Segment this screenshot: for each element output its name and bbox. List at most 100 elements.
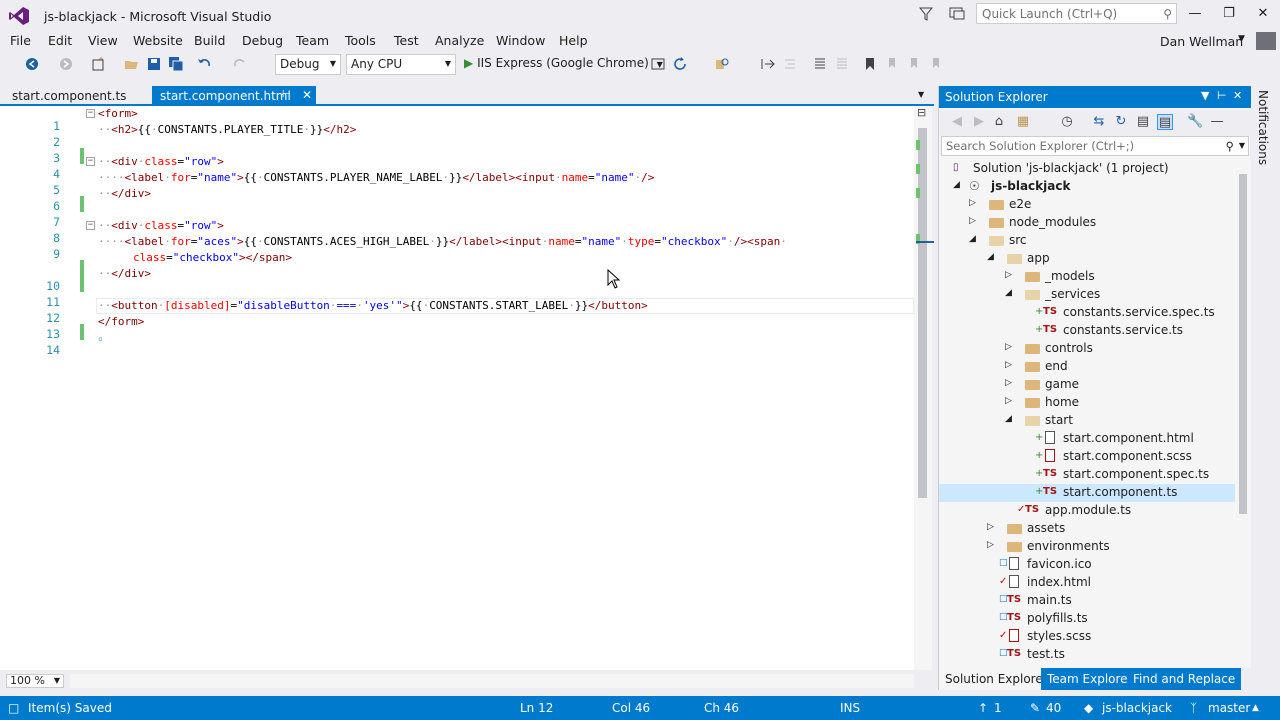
code-line[interactable]: 12 ··<button·[disabled]="disableButton·=… bbox=[0, 298, 648, 340]
tree-node-solution[interactable]: ▯ Solution 'js-blackjack' (1 project) bbox=[939, 160, 1235, 178]
code-line[interactable]: 2 ··<h2>{{·CONSTANTS.PLAYER_TITLE·}}</h2… bbox=[0, 122, 356, 164]
collapse-all-icon[interactable]: ▤ bbox=[1135, 114, 1151, 130]
tree-node-folder[interactable]: ▷ controls bbox=[939, 340, 1235, 358]
pencil-icon[interactable]: ✎ bbox=[1030, 701, 1040, 715]
repository-name[interactable]: js-blackjack bbox=[1102, 701, 1172, 715]
pin-icon[interactable]: ⊢ bbox=[1217, 89, 1227, 102]
tree-node-file-selected[interactable]: + TS start.component.ts bbox=[939, 484, 1235, 502]
collapse-icon[interactable]: − bbox=[86, 109, 95, 118]
tree-node-folder[interactable]: ◢ app bbox=[939, 250, 1235, 268]
chevron-down-icon[interactable]: ▼ bbox=[1201, 89, 1209, 102]
avatar[interactable] bbox=[1256, 32, 1276, 50]
indent-icon[interactable] bbox=[782, 56, 798, 72]
chevron-up-icon[interactable]: ▲ bbox=[1252, 703, 1259, 713]
code-line[interactable]: 11 bbox=[0, 282, 60, 309]
tree-node-folder[interactable]: ▷ _models bbox=[939, 268, 1235, 286]
solution-search-input[interactable]: Search Solution Explorer (Ctrl+;) ⚲ ▼ bbox=[941, 136, 1249, 156]
code-line[interactable]: 3 bbox=[0, 138, 60, 165]
tab-solution-explorer[interactable]: Solution Explorer bbox=[939, 668, 1054, 690]
comment-icon[interactable] bbox=[812, 56, 828, 72]
push-arrow-icon[interactable]: ↑ bbox=[978, 701, 988, 715]
properties-icon[interactable]: 🔧 bbox=[1187, 114, 1203, 130]
chevron-down-icon[interactable]: ▼ bbox=[1239, 141, 1245, 150]
menu-help[interactable]: Help bbox=[559, 33, 588, 48]
code-line[interactable]: 8 − ··<div·class="row"> bbox=[0, 218, 224, 245]
browser-link-icon[interactable] bbox=[650, 56, 666, 72]
tree-node-file[interactable]: □ TS polyfills.ts bbox=[939, 610, 1235, 628]
clear-bookmarks-icon[interactable] bbox=[928, 56, 944, 72]
tab-find-and-replace[interactable]: Find and Replace bbox=[1127, 668, 1242, 690]
tree-node-file[interactable]: + start.component.scss bbox=[939, 448, 1235, 466]
expand-arrow-icon[interactable]: ▷ bbox=[969, 198, 976, 208]
tree-node-file[interactable]: ✓ index.html bbox=[939, 574, 1235, 592]
tree-node-file[interactable]: ✓ TS app.module.ts bbox=[939, 502, 1235, 520]
expand-arrow-icon[interactable]: ▷ bbox=[1005, 396, 1012, 406]
collapse-arrow-icon[interactable]: ◢ bbox=[969, 234, 976, 244]
tree-node-file[interactable]: + start.component.html bbox=[939, 430, 1235, 448]
close-window-button[interactable]: ✕ bbox=[1248, 4, 1278, 24]
pin-icon[interactable]: ⊢ bbox=[282, 89, 291, 100]
tab-start-component-html[interactable]: start.component.html ⊢ ✕ bbox=[152, 86, 316, 106]
restore-button[interactable]: ❐ bbox=[1214, 4, 1244, 24]
collapse-arrow-icon[interactable]: ◢ bbox=[1005, 414, 1012, 424]
notifications-rail[interactable]: Notifications bbox=[1252, 86, 1280, 690]
code-line[interactable]: 13 </form> bbox=[0, 314, 144, 341]
expand-arrow-icon[interactable]: ▷ bbox=[1005, 342, 1012, 352]
branch-name[interactable]: master bbox=[1208, 701, 1250, 715]
home-icon[interactable]: ⌂ bbox=[991, 114, 1007, 130]
preview-icon[interactable]: — bbox=[1209, 114, 1225, 130]
menu-window[interactable]: Window bbox=[496, 33, 545, 48]
tree-node-project[interactable]: ◢ ☉ js-blackjack bbox=[939, 178, 1235, 196]
expand-arrow-icon[interactable]: ▷ bbox=[1005, 270, 1012, 280]
collapse-arrow-icon[interactable]: ◢ bbox=[987, 252, 994, 262]
refresh-icon[interactable] bbox=[672, 56, 688, 72]
pending-changes-count[interactable]: 40 bbox=[1046, 701, 1061, 715]
expand-arrow-icon[interactable]: ▷ bbox=[1005, 378, 1012, 388]
tree-node-folder[interactable]: ◢ _services bbox=[939, 286, 1235, 304]
menu-build[interactable]: Build bbox=[194, 33, 225, 48]
redo-icon[interactable] bbox=[232, 56, 248, 72]
tree-node-folder[interactable]: ◢ start bbox=[939, 412, 1235, 430]
step-icon[interactable] bbox=[760, 56, 776, 72]
branch-icon[interactable]: ᛉ bbox=[1190, 701, 1197, 715]
code-line-wrapped[interactable]: class="checkbox"></span> bbox=[0, 250, 292, 266]
menu-view[interactable]: View bbox=[88, 33, 118, 48]
back-icon[interactable]: ◀ bbox=[949, 114, 965, 130]
forward-icon[interactable] bbox=[58, 56, 74, 72]
next-bookmark-icon[interactable] bbox=[906, 56, 922, 72]
code-editor[interactable]: 1 − <form> 2 ··<h2>{{·CONSTANTS.PLAYER_T… bbox=[0, 106, 914, 670]
menu-file[interactable]: File bbox=[10, 33, 31, 48]
save-icon[interactable] bbox=[146, 56, 162, 72]
switch-views-icon[interactable]: ▦ bbox=[1015, 114, 1031, 130]
undo-icon[interactable] bbox=[196, 56, 212, 72]
feedback-icon[interactable] bbox=[948, 6, 966, 22]
code-line[interactable]: 9 ····<label·for="aces">{{·CONSTANTS.ACE… bbox=[0, 234, 787, 292]
menu-analyze[interactable]: Analyze bbox=[435, 33, 484, 48]
menu-tools[interactable]: Tools bbox=[345, 33, 376, 48]
new-project-icon[interactable] bbox=[90, 56, 106, 72]
tree-node-file[interactable]: ✓ styles.scss bbox=[939, 628, 1235, 646]
unpushed-commits-count[interactable]: 1 bbox=[994, 701, 1002, 715]
code-line[interactable]: 1 − <form> bbox=[0, 106, 138, 133]
tree-node-file[interactable]: □ favicon.ico bbox=[939, 556, 1235, 574]
code-line[interactable]: 10 ··</div> bbox=[0, 266, 151, 293]
notifications-tab[interactable]: Notifications bbox=[1256, 90, 1270, 165]
collapse-arrow-icon[interactable]: ◢ bbox=[1005, 288, 1012, 298]
repository-icon[interactable]: ◆ bbox=[1084, 701, 1093, 715]
tree-node-folder[interactable]: ▷ assets bbox=[939, 520, 1235, 538]
collapse-icon[interactable]: − bbox=[86, 221, 95, 230]
split-icon[interactable]: ⊟ bbox=[917, 106, 926, 119]
tree-node-folder[interactable]: ◢ src bbox=[939, 232, 1235, 250]
tree-node-folder[interactable]: ▷ node_modules bbox=[939, 214, 1235, 232]
bookmark-icon[interactable] bbox=[862, 56, 878, 72]
close-icon[interactable]: ✕ bbox=[1233, 89, 1242, 102]
show-all-files-icon[interactable]: ▤ bbox=[1157, 114, 1173, 130]
back-icon[interactable] bbox=[24, 56, 40, 72]
refresh-icon[interactable]: ↻ bbox=[1113, 114, 1129, 130]
menu-debug[interactable]: Debug bbox=[242, 33, 283, 48]
sync-icon[interactable]: ⇆ bbox=[1091, 114, 1107, 130]
expand-arrow-icon[interactable]: ▷ bbox=[969, 216, 976, 226]
tab-start-component-ts[interactable]: start.component.ts bbox=[4, 86, 134, 106]
tree-node-file[interactable]: + TS start.component.spec.ts bbox=[939, 466, 1235, 484]
tree-node-folder[interactable]: ▷ end bbox=[939, 358, 1235, 376]
